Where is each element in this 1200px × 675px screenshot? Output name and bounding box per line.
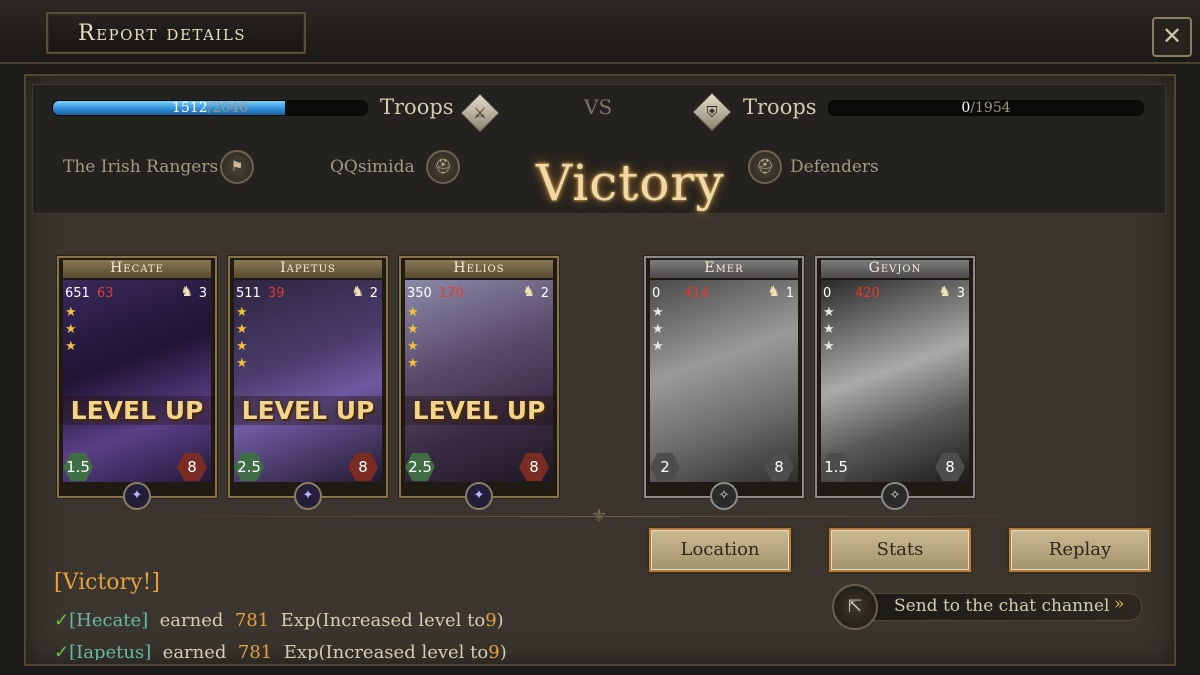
helmet-icon: ⛑ <box>426 150 460 184</box>
log-level: 9 <box>488 642 500 660</box>
page-title: Report details <box>78 21 247 46</box>
attacker-troop-bar: 1512/2046 <box>52 100 368 116</box>
log-exp: 781 <box>234 610 270 631</box>
hero-troops: 651 <box>65 286 90 301</box>
hero-card-iapetus[interactable]: Iapetus 511 39 ♞ 2 ★ ★ ★ ★ LEVEL UP 2.5 8 ✦ <box>228 256 388 510</box>
class-emblem-icon: ✦ <box>465 482 493 510</box>
class-emblem-icon: ✦ <box>294 482 322 510</box>
hero-troops: 0 <box>823 286 832 301</box>
vs-label: VS <box>584 95 613 119</box>
fleur-icon: ⚜ <box>591 506 608 527</box>
faction-emblem-icon: ✧ <box>881 482 909 510</box>
hero-name: Emer <box>650 260 798 278</box>
star-icons: ★ ★ ★ ★ <box>407 305 419 371</box>
defender-troops-current: 0 <box>961 100 971 116</box>
level-up-label: LEVEL UP <box>401 396 557 425</box>
location-button[interactable]: Location <box>649 528 791 572</box>
hero-name: Iapetus <box>234 260 382 278</box>
defender-helmet-icon: ⛑ <box>748 150 782 184</box>
log-hero: [Hecate] <box>69 610 149 631</box>
send-to-chat-button[interactable]: ⇱ Send to the chat channel » <box>832 584 1142 630</box>
hero-count: 2 <box>369 286 378 301</box>
faction-emblem-icon: ✧ <box>710 482 738 510</box>
hero-name: Helios <box>405 260 553 278</box>
log-verb: earned <box>162 642 227 660</box>
attacker-troops-current: 1512 <box>172 100 208 116</box>
class-emblem-icon: ✦ <box>123 482 151 510</box>
attacker-troops-label: Troops <box>380 95 454 119</box>
star-icons: ★ ★ ★ <box>823 305 835 354</box>
log-text: Exp(Increased level to <box>280 610 486 631</box>
send-to-chat-label: Send to the chat channel <box>894 596 1110 616</box>
log-verb: earned <box>159 610 224 631</box>
hero-card-emer[interactable]: Emer 0 414 ♞ 1 ★ ★ ★ 2 8 ✧ <box>644 256 804 510</box>
hero-card-helios[interactable]: Helios 350 170 ♞ 2 ★ ★ ★ ★ LEVEL UP 2.5 8 ✦ <box>399 256 559 510</box>
defender-troops-label: Troops <box>743 95 817 119</box>
replay-button[interactable]: Replay <box>1009 528 1151 572</box>
hero-portrait <box>63 280 211 482</box>
hero-count: 1 <box>785 286 794 301</box>
hero-count: 2 <box>540 286 549 301</box>
horse-icon: ♞ <box>522 284 535 300</box>
check-icon: ✓ <box>54 642 70 660</box>
hero-troops: 511 <box>236 286 261 301</box>
stats-button[interactable]: Stats <box>829 528 971 572</box>
hero-card-gevjon[interactable]: Gevjon 0 420 ♞ 3 ★ ★ ★ 1.5 8 ✧ <box>815 256 975 510</box>
result-title: Victory <box>536 154 725 212</box>
log-hero: [Iapetus] <box>69 642 152 660</box>
log-text: Exp(Increased level to <box>283 642 489 660</box>
share-icon: ⇱ <box>832 584 878 630</box>
hero-name: Hecate <box>63 260 211 278</box>
log-level: 9 <box>485 610 497 631</box>
attacker-guild-name[interactable]: The Irish Rangers <box>63 157 218 177</box>
defender-troops-max: /1954 <box>970 100 1011 116</box>
log-close: ) <box>496 610 504 631</box>
hero-losses: 414 <box>684 286 709 301</box>
level-up-label: LEVEL UP <box>230 396 386 425</box>
hero-portrait <box>821 280 969 482</box>
hero-count: 3 <box>956 286 965 301</box>
log-line: ✓[Iapetus] earned 781 Exp(Increased leve… <box>54 642 507 660</box>
close-button[interactable]: ✕ <box>1152 17 1192 57</box>
horse-icon: ♞ <box>767 284 780 300</box>
log-close: ) <box>499 642 507 660</box>
star-icons: ★ ★ ★ ★ <box>236 305 248 371</box>
log-exp: 781 <box>237 642 273 660</box>
double-arrow-icon: » <box>1114 594 1125 614</box>
horse-icon: ♞ <box>351 284 364 300</box>
star-icons: ★ ★ ★ <box>652 305 664 354</box>
attacker-troops-max: /2046 <box>207 100 248 116</box>
hero-portrait <box>234 280 382 482</box>
hero-portrait <box>405 280 553 482</box>
report-title-box: Report details <box>46 12 306 54</box>
defender-troop-bar: 0/1954 <box>828 100 1144 116</box>
hero-losses: 39 <box>268 286 285 301</box>
check-icon: ✓ <box>54 610 70 631</box>
hero-count: 3 <box>198 286 207 301</box>
hero-losses: 170 <box>439 286 464 301</box>
horse-icon: ♞ <box>180 284 193 300</box>
log-line: ✓[Hecate] earned 781 Exp(Increased level… <box>54 610 504 631</box>
attacker-player-name[interactable]: QQsimida <box>330 157 415 177</box>
level-up-label: LEVEL UP <box>59 396 215 425</box>
horse-icon: ♞ <box>938 284 951 300</box>
hero-portrait <box>650 280 798 482</box>
defender-name: Defenders <box>790 157 879 177</box>
guild-banner-icon: ⚑ <box>220 150 254 184</box>
hero-name: Gevjon <box>821 260 969 278</box>
hero-troops: 350 <box>407 286 432 301</box>
hero-losses: 63 <box>97 286 114 301</box>
log-heading: [Victory!] <box>54 570 160 595</box>
hero-troops: 0 <box>652 286 661 301</box>
hero-losses: 420 <box>855 286 880 301</box>
hero-card-hecate[interactable]: Hecate 651 63 ♞ 3 ★ ★ ★ LEVEL UP 1.5 8 ✦ <box>57 256 217 510</box>
star-icons: ★ ★ ★ <box>65 305 77 354</box>
